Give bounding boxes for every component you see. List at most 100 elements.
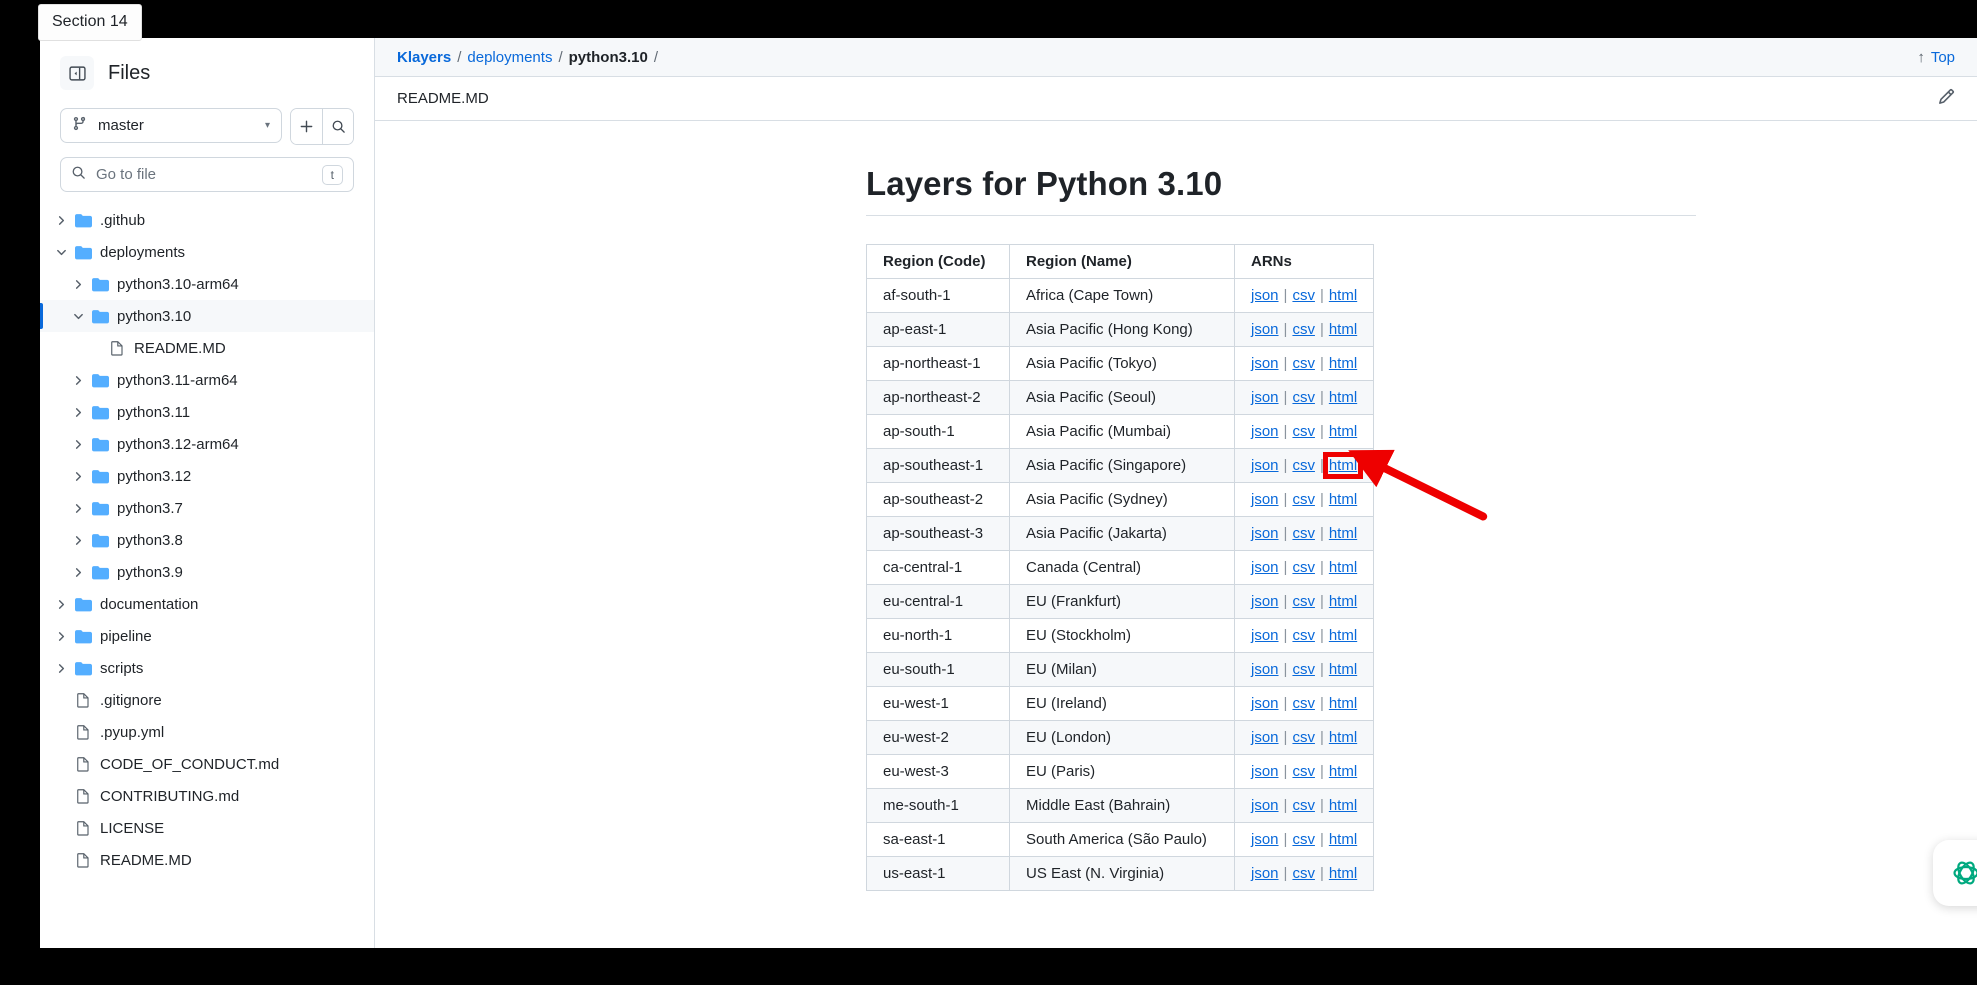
chevron-right-icon[interactable] bbox=[69, 439, 87, 450]
link-json-af-south-1[interactable]: json bbox=[1251, 287, 1279, 304]
link-csv-af-south-1[interactable]: csv bbox=[1292, 287, 1315, 304]
search-icon[interactable] bbox=[322, 109, 353, 144]
tree-item-python3-10-arm64[interactable]: python3.10-arm64 bbox=[40, 268, 374, 300]
link-csv-ap-southeast-1[interactable]: csv bbox=[1292, 457, 1315, 474]
link-html-ap-northeast-1[interactable]: html bbox=[1329, 355, 1357, 372]
link-html-ap-southeast-2[interactable]: html bbox=[1329, 491, 1357, 508]
tree-item-readme-md[interactable]: README.MD bbox=[40, 844, 374, 876]
link-html-eu-west-1[interactable]: html bbox=[1329, 695, 1357, 712]
link-csv-eu-west-2[interactable]: csv bbox=[1292, 729, 1315, 746]
chevron-right-icon[interactable] bbox=[69, 503, 87, 514]
link-csv-me-south-1[interactable]: csv bbox=[1292, 797, 1315, 814]
link-html-ap-southeast-1[interactable]: html bbox=[1329, 457, 1357, 474]
sidebar-collapse-icon[interactable] bbox=[60, 56, 94, 90]
tree-item-python3-8[interactable]: python3.8 bbox=[40, 524, 374, 556]
chevron-down-icon[interactable] bbox=[69, 311, 87, 322]
tree-item-readme-md[interactable]: README.MD bbox=[40, 332, 374, 364]
pencil-icon[interactable] bbox=[1938, 88, 1955, 109]
chevron-right-icon[interactable] bbox=[69, 407, 87, 418]
link-html-eu-north-1[interactable]: html bbox=[1329, 627, 1357, 644]
search-input[interactable]: Go to file t bbox=[60, 157, 354, 192]
tree-item-deployments[interactable]: deployments bbox=[40, 236, 374, 268]
tree-item-license[interactable]: LICENSE bbox=[40, 812, 374, 844]
link-csv-ap-northeast-2[interactable]: csv bbox=[1292, 389, 1315, 406]
link-html-eu-west-2[interactable]: html bbox=[1329, 729, 1357, 746]
link-csv-eu-west-1[interactable]: csv bbox=[1292, 695, 1315, 712]
link-csv-us-east-1[interactable]: csv bbox=[1292, 865, 1315, 882]
chevron-right-icon[interactable] bbox=[69, 375, 87, 386]
tree-item-pipeline[interactable]: pipeline bbox=[40, 620, 374, 652]
chevron-right-icon[interactable] bbox=[52, 215, 70, 226]
link-html-ca-central-1[interactable]: html bbox=[1329, 559, 1357, 576]
tree-item-python3-10[interactable]: python3.10 bbox=[40, 300, 374, 332]
tree-item-python3-11-arm64[interactable]: python3.11-arm64 bbox=[40, 364, 374, 396]
tree-item-python3-12-arm64[interactable]: python3.12-arm64 bbox=[40, 428, 374, 460]
tree-item-python3-12[interactable]: python3.12 bbox=[40, 460, 374, 492]
add-file-button[interactable] bbox=[291, 109, 322, 144]
link-json-ap-northeast-2[interactable]: json bbox=[1251, 389, 1279, 406]
chevron-down-icon[interactable] bbox=[52, 247, 70, 258]
tree-item-contributing-md[interactable]: CONTRIBUTING.md bbox=[40, 780, 374, 812]
tree-item-gitignore[interactable]: .gitignore bbox=[40, 684, 374, 716]
link-json-eu-west-3[interactable]: json bbox=[1251, 763, 1279, 780]
link-html-af-south-1[interactable]: html bbox=[1329, 287, 1357, 304]
link-html-eu-west-3[interactable]: html bbox=[1329, 763, 1357, 780]
link-csv-eu-north-1[interactable]: csv bbox=[1292, 627, 1315, 644]
breadcrumb-item-deployments[interactable]: deployments bbox=[467, 49, 552, 66]
link-json-ap-southeast-3[interactable]: json bbox=[1251, 525, 1279, 542]
link-json-ap-northeast-1[interactable]: json bbox=[1251, 355, 1279, 372]
link-csv-ap-southeast-3[interactable]: csv bbox=[1292, 525, 1315, 542]
breadcrumb-repo[interactable]: Klayers bbox=[397, 49, 451, 66]
branch-selector[interactable]: master ▾ bbox=[60, 108, 282, 143]
link-json-ca-central-1[interactable]: json bbox=[1251, 559, 1279, 576]
tree-item-python3-7[interactable]: python3.7 bbox=[40, 492, 374, 524]
top-link[interactable]: ↑ Top bbox=[1917, 49, 1955, 66]
link-json-eu-west-2[interactable]: json bbox=[1251, 729, 1279, 746]
tree-item-documentation[interactable]: documentation bbox=[40, 588, 374, 620]
link-json-me-south-1[interactable]: json bbox=[1251, 797, 1279, 814]
tree-item-python3-9[interactable]: python3.9 bbox=[40, 556, 374, 588]
link-json-sa-east-1[interactable]: json bbox=[1251, 831, 1279, 848]
link-html-ap-south-1[interactable]: html bbox=[1329, 423, 1357, 440]
link-csv-ca-central-1[interactable]: csv bbox=[1292, 559, 1315, 576]
link-html-ap-northeast-2[interactable]: html bbox=[1329, 389, 1357, 406]
link-csv-ap-east-1[interactable]: csv bbox=[1292, 321, 1315, 338]
link-csv-ap-south-1[interactable]: csv bbox=[1292, 423, 1315, 440]
link-html-me-south-1[interactable]: html bbox=[1329, 797, 1357, 814]
link-html-sa-east-1[interactable]: html bbox=[1329, 831, 1357, 848]
chevron-right-icon[interactable] bbox=[69, 279, 87, 290]
tree-item-pyup-yml[interactable]: .pyup.yml bbox=[40, 716, 374, 748]
chevron-right-icon[interactable] bbox=[69, 535, 87, 546]
link-json-eu-central-1[interactable]: json bbox=[1251, 593, 1279, 610]
link-json-us-east-1[interactable]: json bbox=[1251, 865, 1279, 882]
atom-logo-icon[interactable] bbox=[1933, 840, 1977, 906]
link-html-us-east-1[interactable]: html bbox=[1329, 865, 1357, 882]
link-csv-eu-south-1[interactable]: csv bbox=[1292, 661, 1315, 678]
link-json-ap-southeast-1[interactable]: json bbox=[1251, 457, 1279, 474]
link-json-eu-south-1[interactable]: json bbox=[1251, 661, 1279, 678]
chevron-right-icon[interactable] bbox=[52, 631, 70, 642]
tree-item-python3-11[interactable]: python3.11 bbox=[40, 396, 374, 428]
breadcrumb-item-python310[interactable]: python3.10 bbox=[569, 49, 648, 66]
link-html-ap-east-1[interactable]: html bbox=[1329, 321, 1357, 338]
link-json-ap-east-1[interactable]: json bbox=[1251, 321, 1279, 338]
link-csv-eu-west-3[interactable]: csv bbox=[1292, 763, 1315, 780]
link-html-eu-south-1[interactable]: html bbox=[1329, 661, 1357, 678]
link-json-eu-west-1[interactable]: json bbox=[1251, 695, 1279, 712]
chevron-right-icon[interactable] bbox=[69, 471, 87, 482]
chevron-right-icon[interactable] bbox=[69, 567, 87, 578]
link-html-ap-southeast-3[interactable]: html bbox=[1329, 525, 1357, 542]
chevron-right-icon[interactable] bbox=[52, 663, 70, 674]
link-json-ap-south-1[interactable]: json bbox=[1251, 423, 1279, 440]
tree-item-code-of-conduct-md[interactable]: CODE_OF_CONDUCT.md bbox=[40, 748, 374, 780]
chevron-right-icon[interactable] bbox=[52, 599, 70, 610]
link-csv-ap-southeast-2[interactable]: csv bbox=[1292, 491, 1315, 508]
tree-item-github[interactable]: .github bbox=[40, 204, 374, 236]
link-json-eu-north-1[interactable]: json bbox=[1251, 627, 1279, 644]
link-csv-eu-central-1[interactable]: csv bbox=[1292, 593, 1315, 610]
link-json-ap-southeast-2[interactable]: json bbox=[1251, 491, 1279, 508]
link-html-eu-central-1[interactable]: html bbox=[1329, 593, 1357, 610]
tree-item-scripts[interactable]: scripts bbox=[40, 652, 374, 684]
link-csv-sa-east-1[interactable]: csv bbox=[1292, 831, 1315, 848]
link-csv-ap-northeast-1[interactable]: csv bbox=[1292, 355, 1315, 372]
